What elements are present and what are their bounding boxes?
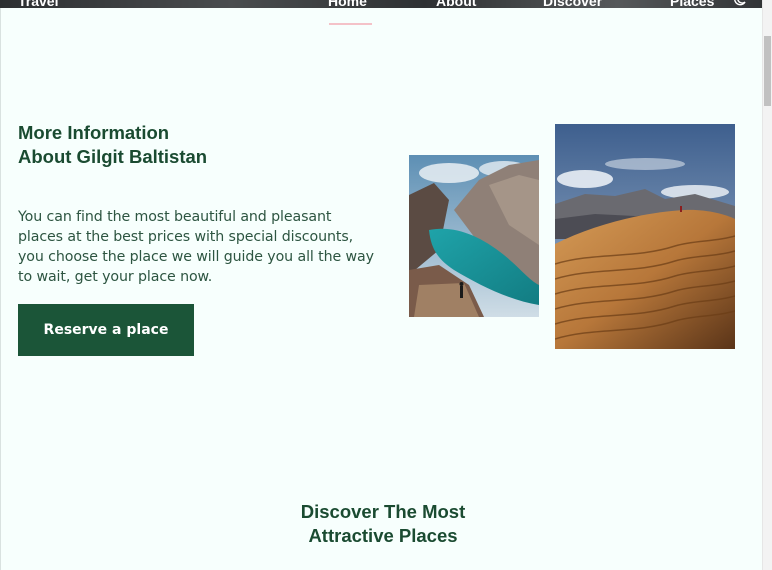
nav-link-places[interactable]: Places: [670, 0, 714, 8]
discover-title-line-1: Discover The Most: [300, 501, 466, 522]
lake-image: [409, 155, 539, 317]
scrollbar-thumb[interactable]: [764, 36, 771, 106]
site-header: Travel Home About Discover Places: [0, 0, 772, 8]
nav-logo[interactable]: Travel: [18, 0, 58, 8]
info-description: You can find the most beautiful and plea…: [18, 209, 374, 286]
dunes-image: [555, 124, 735, 349]
main-content: More Information About Gilgit Baltistan …: [0, 8, 763, 570]
nav-link-home[interactable]: Home: [328, 0, 367, 8]
dunes-photo: [555, 124, 735, 349]
nav-link-discover[interactable]: Discover: [543, 0, 602, 8]
discover-section-title: Discover The Most Attractive Places: [233, 500, 533, 548]
nav-active-indicator: [329, 23, 372, 25]
reserve-place-button[interactable]: Reserve a place: [18, 304, 194, 356]
nav-link-about[interactable]: About: [436, 0, 476, 8]
info-title-line-1: More Information: [18, 122, 170, 143]
info-title: More Information About Gilgit Baltistan: [18, 121, 348, 169]
lake-photo: [409, 155, 539, 317]
moon-icon[interactable]: [733, 0, 747, 6]
discover-title-line-2: Attractive Places: [308, 525, 458, 546]
page-scrollbar[interactable]: [762, 0, 772, 570]
info-title-line-2: About Gilgit Baltistan: [18, 146, 208, 167]
